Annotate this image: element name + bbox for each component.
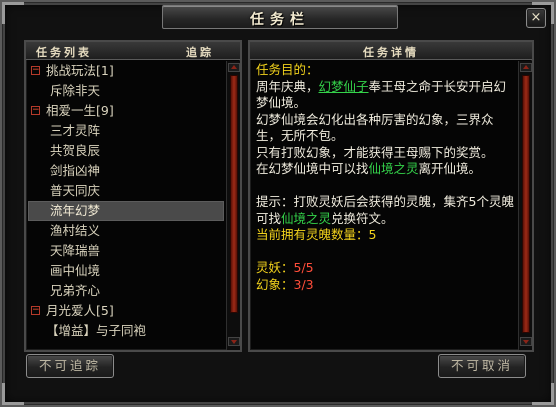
detail-text: 兑换符文。 [331, 210, 394, 226]
close-button[interactable]: × [526, 8, 546, 28]
detail-text: 周年庆典， [256, 78, 319, 94]
soul-count-value: 5 [368, 227, 377, 242]
objective-row: 幻象：3/3 [256, 277, 516, 294]
quest-list: − 挑战玩法[1] 斥除非天 − 相爱一生[9] 三才灵阵 共贺良辰 剑指凶神 … [28, 61, 226, 349]
soul-count: 当前拥有灵魄数量：5 [256, 227, 516, 244]
quest-item[interactable]: 画中仙境 [28, 261, 224, 281]
detail-paragraph: 只有打败幻象，才能获得王母赐下的奖赏。 [256, 144, 494, 160]
quest-item-label: 画中仙境 [50, 263, 101, 278]
objective-label: 幻象： [256, 276, 294, 292]
detail-text: 离开仙境。 [418, 161, 482, 176]
npc-name: 仙境之灵 [281, 210, 332, 226]
detail-paragraph: 周年庆典，幻梦仙子奉王母之命于长安开启幻梦仙境。 [256, 79, 516, 112]
scroll-down-icon[interactable] [228, 337, 240, 346]
quest-item-label: 斥除非天 [50, 83, 101, 98]
detail-paragraph: 幻梦仙境会幻化出各种厉害的幻象，三界众生，无所不包。 [256, 111, 494, 144]
scroll-down-icon[interactable] [520, 337, 532, 346]
scroll-thumb[interactable] [522, 75, 530, 333]
abandon-button[interactable]: 不可取消 [438, 354, 526, 378]
quest-item[interactable]: 天降瑞兽 [28, 241, 224, 261]
quest-item[interactable]: 兄弟齐心 [28, 281, 224, 301]
quest-group-moonlight[interactable]: − 月光爱人[5] [28, 301, 224, 321]
quest-item[interactable]: 普天同庆 [28, 181, 224, 201]
npc-link[interactable]: 幻梦仙子 [319, 79, 369, 94]
quest-item[interactable]: 剑指凶神 [28, 161, 224, 181]
quest-item-label: 流年幻梦 [50, 203, 101, 218]
quest-item-label: 普天同庆 [50, 183, 101, 198]
objective-progress: 5/5 [293, 260, 314, 275]
scroll-thumb[interactable] [230, 75, 238, 313]
objective-progress: 3/3 [293, 276, 314, 292]
quest-list-title: 任务列表 [36, 46, 92, 59]
quest-detail-header: 任务详情 [250, 42, 532, 60]
quest-item[interactable]: 渔村结义 [28, 221, 224, 241]
quest-item-label: 三才灵阵 [50, 123, 101, 138]
quest-group-label: 相爱一生[9] [46, 103, 114, 118]
soul-count-label: 当前拥有灵魄数量： [256, 227, 369, 242]
quest-detail-title: 任务详情 [363, 46, 419, 59]
scroll-up-icon[interactable] [228, 63, 240, 72]
goal-heading: 任务目的： [256, 62, 319, 77]
scroll-up-icon[interactable] [520, 63, 532, 72]
collapse-toggle-icon[interactable]: − [31, 66, 40, 75]
quest-item-label: 剑指凶神 [50, 163, 101, 178]
quest-window: 任务栏 × 任务列表 追踪 − 挑战玩法[1] 斥除非天 − 相爱一生[9] 三… [0, 0, 556, 407]
quest-list-header: 任务列表 追踪 [26, 42, 240, 60]
untrack-button[interactable]: 不可追踪 [26, 354, 114, 378]
window-title: 任务栏 [250, 12, 310, 28]
collapse-toggle-icon[interactable]: − [31, 106, 40, 115]
quest-list-scrollbar[interactable] [226, 61, 240, 350]
npc-name: 仙境之灵 [368, 161, 419, 176]
quest-item-label: 【增益】与子同袍 [46, 323, 147, 338]
frame-corner [2, 383, 24, 405]
quest-item-selected[interactable]: 流年幻梦 [28, 201, 224, 221]
frame-corner [2, 2, 24, 24]
detail-text: 在幻梦仙境中可以找 [256, 161, 369, 176]
quest-item[interactable]: 共贺良辰 [28, 141, 224, 161]
quest-item-label: 共贺良辰 [50, 143, 101, 158]
tip-paragraph: 提示：打败灵妖后会获得的灵魄，集齐5个灵魄可找仙境之灵兑换符文。 [256, 194, 516, 227]
collapse-toggle-icon[interactable]: − [31, 306, 40, 315]
quest-group-label: 挑战玩法[1] [46, 63, 114, 78]
quest-list-panel: 任务列表 追踪 − 挑战玩法[1] 斥除非天 − 相爱一生[9] 三才灵阵 共贺… [24, 40, 242, 352]
quest-group-love[interactable]: − 相爱一生[9] [28, 101, 224, 121]
quest-item[interactable]: 【增益】与子同袍 [28, 321, 224, 341]
objective-row: 灵妖：5/5 [256, 260, 516, 277]
quest-item-label: 天降瑞兽 [50, 243, 101, 258]
quest-item[interactable]: 三才灵阵 [28, 121, 224, 141]
frame-corner [532, 383, 554, 405]
quest-group-challenge[interactable]: − 挑战玩法[1] [28, 61, 224, 81]
quest-detail-text: 任务目的： 周年庆典，幻梦仙子奉王母之命于长安开启幻梦仙境。 幻梦仙境会幻化出各… [256, 62, 516, 293]
quest-item-label: 兄弟齐心 [50, 283, 101, 298]
objective-label: 灵妖： [256, 260, 294, 275]
quest-detail-scrollbar[interactable] [518, 61, 532, 350]
quest-item-label: 渔村结义 [50, 223, 101, 238]
quest-detail-panel: 任务详情 任务目的： 周年庆典，幻梦仙子奉王母之命于长安开启幻梦仙境。 幻梦仙境… [248, 40, 534, 352]
quest-group-label: 月光爱人[5] [46, 303, 114, 318]
track-column-label: 追踪 [186, 46, 214, 59]
title-bar[interactable]: 任务栏 [162, 5, 398, 29]
quest-item[interactable]: 斥除非天 [28, 81, 224, 101]
detail-paragraph: 在幻梦仙境中可以找仙境之灵离开仙境。 [256, 161, 516, 178]
